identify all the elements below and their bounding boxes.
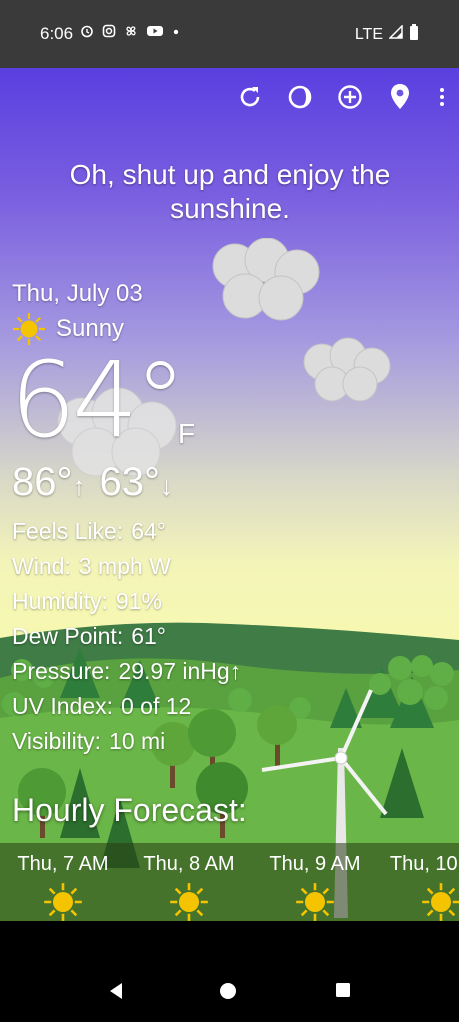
add-location-button[interactable] bbox=[335, 82, 365, 112]
hourly-item[interactable]: Thu, 7 AM bbox=[0, 843, 126, 921]
sun-icon bbox=[296, 883, 334, 921]
sun-icon bbox=[44, 883, 82, 921]
hourly-time: Thu, 10 AM bbox=[389, 853, 459, 875]
low-temperature: 63°↓ bbox=[100, 460, 174, 505]
add-location-icon bbox=[338, 85, 362, 109]
hourly-time: Thu, 7 AM bbox=[17, 853, 109, 875]
weather-quote: Oh, shut up and enjoy the sunshine. bbox=[69, 159, 391, 224]
detail-wind: Wind: 3 mph W bbox=[12, 553, 171, 579]
arrow-down-icon: ↓ bbox=[160, 471, 173, 501]
location-button[interactable] bbox=[385, 82, 415, 112]
more-options-button[interactable] bbox=[435, 82, 449, 112]
hourly-item[interactable]: Thu, 8 AM bbox=[126, 843, 252, 921]
back-icon bbox=[110, 983, 122, 999]
hourly-time: Thu, 8 AM bbox=[143, 853, 235, 875]
sun-icon bbox=[422, 883, 459, 921]
high-value: 86° bbox=[12, 460, 73, 504]
recents-button[interactable] bbox=[335, 982, 351, 1003]
pinwheel-icon bbox=[124, 24, 138, 41]
notification-dot-icon bbox=[172, 24, 180, 41]
refresh-icon bbox=[240, 87, 260, 107]
more-vert-icon bbox=[440, 88, 444, 106]
high-temperature: 86°↑ bbox=[12, 460, 86, 505]
weather-screen: Oh, shut up and enjoy the sunshine. Thu,… bbox=[0, 68, 459, 921]
status-icons bbox=[80, 24, 180, 41]
sun-icon bbox=[170, 883, 208, 921]
detail-dew-point: Dew Point: 61° bbox=[12, 623, 166, 649]
home-icon bbox=[220, 983, 236, 999]
home-button[interactable] bbox=[219, 982, 237, 1005]
status-bar: 6:06 LTE bbox=[0, 0, 459, 68]
detail-uv-index: UV Index: 0 of 12 bbox=[12, 693, 192, 719]
theme-icon bbox=[288, 85, 312, 109]
cloud-icon bbox=[212, 238, 320, 321]
network-status: LTE bbox=[355, 24, 419, 45]
weather-details: Feels Like: 64° Wind: 3 mph W Humidity: 91%… bbox=[12, 514, 241, 759]
network-type: LTE bbox=[354, 25, 383, 43]
detail-pressure: Pressure: 29.97 inHg↑ bbox=[12, 658, 242, 684]
low-value: 63° bbox=[99, 460, 161, 504]
detail-feels-like: Feels Like: 64° bbox=[12, 518, 166, 544]
arrow-up-icon: ↑ bbox=[72, 471, 86, 501]
instagram-icon bbox=[102, 24, 116, 41]
detail-visibility: Visibility: 10 mi bbox=[12, 728, 166, 754]
toolbar bbox=[235, 82, 449, 112]
hourly-item[interactable]: Thu, 10 AM bbox=[378, 843, 459, 921]
refresh-button[interactable] bbox=[235, 82, 265, 112]
alarm-icon bbox=[80, 24, 94, 41]
back-button[interactable] bbox=[108, 982, 124, 1005]
system-navigation-bar bbox=[0, 921, 459, 1022]
hourly-time: Thu, 9 AM bbox=[269, 853, 361, 875]
cloud-icon bbox=[303, 337, 391, 402]
recents-icon bbox=[336, 983, 350, 997]
theme-button[interactable] bbox=[285, 82, 315, 112]
signal-icon bbox=[388, 24, 403, 44]
detail-humidity: Humidity: 91% bbox=[12, 588, 162, 614]
status-time: 6:06 bbox=[40, 24, 74, 43]
battery-icon bbox=[409, 24, 419, 45]
temperature-unit: F bbox=[178, 418, 196, 449]
location-pin-icon bbox=[391, 84, 409, 109]
hourly-item[interactable]: Thu, 9 AM bbox=[252, 843, 378, 921]
current-date: Thu, July 03 bbox=[12, 280, 143, 307]
high-low-temperatures: 86°↑ 63°↓ bbox=[12, 460, 173, 505]
current-temperature: 64° bbox=[10, 339, 186, 461]
hourly-forecast-list[interactable]: Thu, 7 AM Thu, 8 AM Thu, 9 AM Thu, 10 AM bbox=[0, 843, 459, 921]
youtube-icon bbox=[146, 24, 164, 41]
hourly-forecast-title: Hourly Forecast: bbox=[12, 792, 247, 828]
